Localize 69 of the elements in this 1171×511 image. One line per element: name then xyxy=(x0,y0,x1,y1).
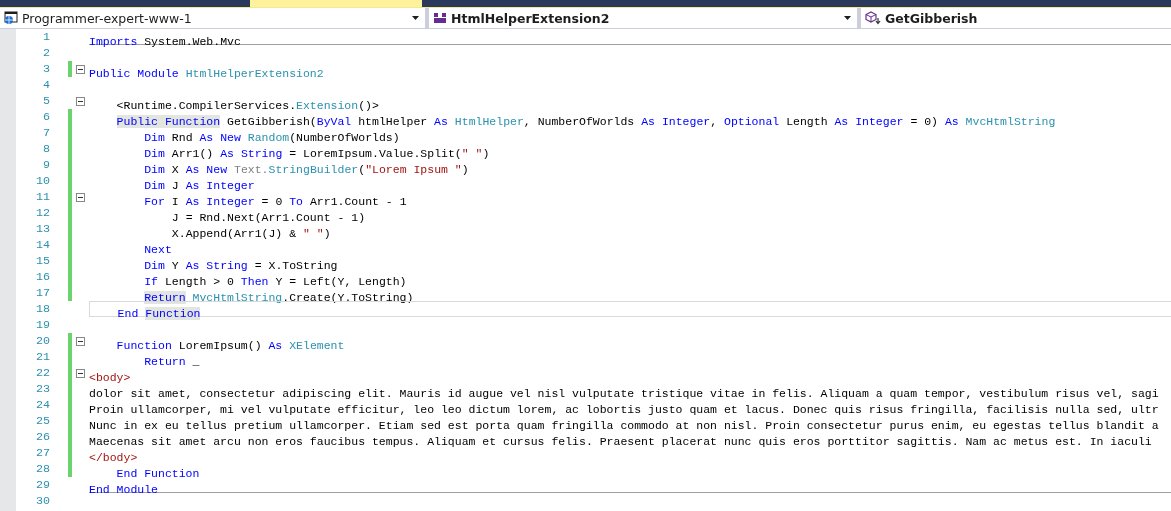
line-number: 14 xyxy=(34,237,50,253)
class-icon xyxy=(433,11,447,25)
collapse-icon[interactable] xyxy=(76,64,85,74)
code-line: End Module xyxy=(89,483,158,496)
code-line: dolor sit amet, consectetur adipiscing elit. Mauris id augue vel nisl vulputate tristique vitae in felis. Aliquam a quam tempor, vestibulum risus vel, sagi xyxy=(89,387,1159,400)
code-line: End Function xyxy=(115,467,200,480)
code-line: Public Function GetGibberish(ByVal htmlHelper As HtmlHelper, NumberOfWorlds As Integer, Optional Length As Integer = 0) As MvcHtmlString xyxy=(115,115,1056,128)
web-project-icon xyxy=(4,11,18,25)
line-number: 22 xyxy=(34,365,50,381)
line-number: 30 xyxy=(34,493,50,509)
line-number: 21 xyxy=(34,349,50,365)
line-number: 27 xyxy=(34,445,50,461)
line-number: 4 xyxy=(42,77,50,93)
code-line: Proin ullamcorper, mi vel vulputate efficitur, leo leo dictum lorem, ac lobortis justo quam et lacus. Donec quis risus fringilla, facilisis nulla sed, ultr xyxy=(89,403,1159,416)
code-line: </body> xyxy=(89,451,138,464)
code-line: <body> xyxy=(89,371,131,384)
line-number: 28 xyxy=(34,461,50,477)
code-line: Nunc in ex eu tellus pretium ullamcorper. Etiam sed est porta quam fringilla commodo at non nisl. Proin consectetur purus enim, eu egestas tellus blandit a xyxy=(89,419,1159,432)
line-number: 2 xyxy=(42,45,50,61)
code-line: Imports System.Web.Mvc xyxy=(89,35,241,48)
code-line: Dim Y As String = X.ToString xyxy=(143,259,338,272)
line-number: 16 xyxy=(34,269,50,285)
collapse-icon[interactable] xyxy=(76,192,85,202)
code-line: Dim Arr1() As String = LoremIpsum.Value.Split(" ") xyxy=(143,147,490,160)
caret-icon xyxy=(844,16,851,20)
navigation-dropdown[interactable]: GetGibberish xyxy=(861,8,1171,28)
code-line: Next xyxy=(143,243,172,256)
code-line: <Runtime.CompilerServices.Extension()> xyxy=(115,99,379,112)
code-line: Maecenas sit amet arcu non eros faucibus tempus. Aliquam et cursus felis. Praesent placerat nunc quis eros porttitor sagittis. Nam ac metus est. In iaculi xyxy=(89,435,1152,448)
code-line: End Function xyxy=(116,307,201,320)
line-number: 10 xyxy=(34,173,50,189)
line-number: 5 xyxy=(42,93,50,109)
code-line: X.Append(Arr1(J) & " ") xyxy=(170,227,331,240)
code-line: Return MvcHtmlString.Create(Y.ToString) xyxy=(143,291,414,304)
line-number: 25 xyxy=(34,413,50,429)
line-number: 15 xyxy=(34,253,50,269)
line-number: 17 xyxy=(34,285,50,301)
navigation-dropdown[interactable]: Programmer-expert-www-1 xyxy=(0,8,425,28)
line-number: 12 xyxy=(34,205,50,221)
line-number: 1 xyxy=(42,29,50,45)
caret-icon xyxy=(412,16,419,20)
code-line: Function LoremIpsum() As XElement xyxy=(115,339,345,352)
code-line: Return _ xyxy=(143,355,200,368)
line-number: 20 xyxy=(34,333,50,349)
code-line: Dim X As New Text.StringBuilder("Lorem Ipsum ") xyxy=(143,163,469,176)
collapse-icon[interactable] xyxy=(76,96,85,106)
line-number: 13 xyxy=(34,221,50,237)
code-line: If Length > 0 Then Y = Left(Y, Length) xyxy=(143,275,407,288)
line-number: 26 xyxy=(34,429,50,445)
code-line: Dim Rnd As New Random(NumberOfWorlds) xyxy=(143,131,400,144)
code-line: J = Rnd.Next(Arr1.Count - 1) xyxy=(170,211,366,224)
line-number: 23 xyxy=(34,381,50,397)
line-number: 7 xyxy=(42,125,50,141)
line-number: 3 xyxy=(42,61,50,77)
line-number: 29 xyxy=(34,477,50,493)
line-number: 24 xyxy=(34,397,50,413)
line-number: 9 xyxy=(42,157,50,173)
navigation-dropdown[interactable]: HtmlHelperExtension2 xyxy=(429,8,857,28)
line-number: 11 xyxy=(34,189,50,205)
code-line: Dim J As Integer xyxy=(143,179,255,192)
line-number: 19 xyxy=(34,317,50,333)
method-icon xyxy=(865,11,881,25)
collapse-icon[interactable] xyxy=(76,368,85,378)
line-number: 8 xyxy=(42,141,50,157)
line-number: 18 xyxy=(34,301,50,317)
code-line: For I As Integer = 0 To Arr1.Count - 1 xyxy=(143,195,407,208)
collapse-icon[interactable] xyxy=(76,336,85,346)
code-line: Public Module HtmlHelperExtension2 xyxy=(89,67,324,80)
line-number: 6 xyxy=(42,109,50,125)
